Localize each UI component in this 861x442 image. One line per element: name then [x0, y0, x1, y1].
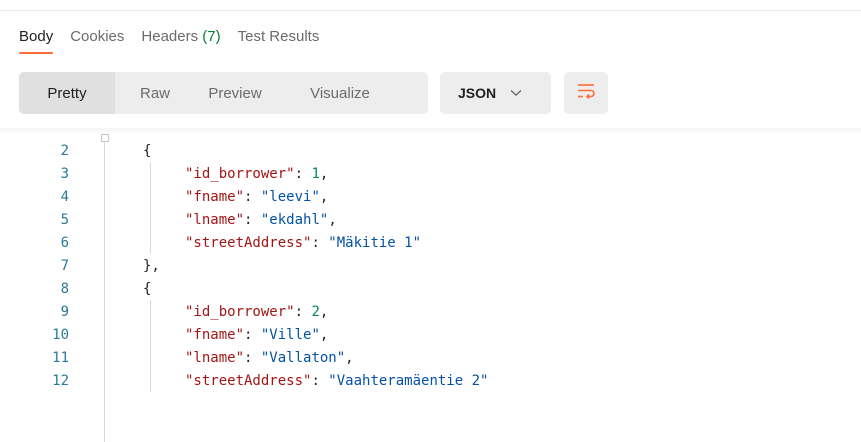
tab-body[interactable]: Body: [19, 28, 54, 54]
code-token-num: 2: [311, 303, 320, 320]
code-line: 4 "fname": "leevi",: [0, 185, 329, 208]
line-number: 2: [60, 142, 69, 159]
code-token-key: "fname": [185, 188, 245, 205]
line-number: 12: [52, 372, 69, 389]
line-number: 8: [60, 280, 69, 297]
code-editor[interactable]: 2{3 "id_borrower": 1, 4 "fname": "leevi", 5 "…: [0, 134, 861, 442]
code-token-punct: :: [244, 188, 261, 205]
indent-guide: [150, 162, 151, 254]
code-token-str: "ekdahl": [260, 211, 329, 228]
view-mode-group: Pretty Raw Preview Visualize: [19, 72, 428, 114]
code-token-punct: ,: [319, 326, 329, 343]
code-token-str: "Mäkitie 1": [328, 234, 422, 251]
line-number: 9: [60, 303, 69, 320]
code-token-key: "id_borrower": [185, 303, 295, 320]
code-text: "fname": "leevi",: [185, 189, 328, 205]
code-token-punct: :: [244, 326, 261, 343]
chevron-down-icon: [510, 89, 522, 97]
code-token-str: "Vaahteramäentie 2": [328, 372, 489, 389]
code-line: 10 "fname": "Ville",: [0, 323, 328, 346]
line-number: 10: [52, 326, 69, 343]
code-line: 9 "id_borrower": 2,: [0, 300, 329, 323]
code-token-num: 1: [311, 165, 320, 182]
code-token-punct: :: [244, 349, 261, 366]
view-raw-button[interactable]: Raw: [115, 72, 195, 114]
code-text: "id_borrower": 2,: [185, 304, 328, 320]
code-line: 3 "id_borrower": 1,: [0, 162, 329, 185]
tab-headers[interactable]: Headers (7): [141, 28, 220, 45]
code-token-punct: ,: [319, 188, 329, 205]
headers-count: (7): [202, 27, 221, 45]
code-line: 11 "lname": "Vallaton",: [0, 346, 353, 369]
format-select-value: JSON: [458, 85, 497, 101]
wrap-lines-icon: [576, 82, 596, 105]
code-text: },: [143, 258, 160, 274]
top-divider: [0, 10, 861, 11]
code-text: "fname": "Ville",: [185, 327, 328, 343]
code-text: "streetAddress": "Mäkitie 1": [185, 235, 421, 251]
code-token-punct: :: [311, 234, 329, 251]
indent-guide: [150, 300, 151, 392]
response-tabs: Body Cookies Headers (7) Test Results: [19, 26, 336, 54]
code-line: 5 "lname": "ekdahl",: [0, 208, 337, 231]
code-token-punct: {: [143, 280, 152, 297]
code-token-key: "lname": [185, 349, 245, 366]
line-number: 6: [60, 234, 69, 251]
code-line: 2{: [0, 139, 152, 162]
tab-cookies[interactable]: Cookies: [70, 28, 124, 45]
code-token-str: "Ville": [260, 326, 320, 343]
code-token-str: "Vallaton": [260, 349, 346, 366]
code-token-punct: {: [143, 142, 152, 159]
code-line: 8{: [0, 277, 152, 300]
line-number: 11: [52, 349, 69, 366]
code-line: 12 "streetAddress": "Vaahteramäentie 2": [0, 369, 488, 392]
line-number: 5: [60, 211, 69, 228]
code-text: "id_borrower": 1,: [185, 166, 328, 182]
code-text: {: [143, 143, 151, 159]
code-token-punct: ,: [319, 303, 329, 320]
code-text: "lname": "ekdahl",: [185, 212, 337, 228]
code-token-key: "lname": [185, 211, 245, 228]
code-text: "lname": "Vallaton",: [185, 350, 354, 366]
code-token-punct: :: [294, 165, 312, 182]
view-visualize-button[interactable]: Visualize: [275, 72, 405, 114]
fold-icon[interactable]: [101, 134, 109, 142]
code-token-key: "id_borrower": [185, 165, 295, 182]
code-line: 6 "streetAddress": "Mäkitie 1": [0, 231, 421, 254]
code-token-punct: ,: [328, 211, 337, 228]
code-text: "streetAddress": "Vaahteramäentie 2": [185, 373, 488, 389]
code-line: 7},: [0, 254, 160, 277]
code-token-key: "streetAddress": [185, 372, 312, 389]
wrap-lines-button[interactable]: [564, 72, 608, 114]
line-number: 3: [60, 165, 69, 182]
tab-headers-label: Headers: [141, 27, 199, 45]
line-number: 4: [60, 188, 69, 205]
code-token-key: "streetAddress": [185, 234, 312, 251]
view-pretty-button[interactable]: Pretty: [19, 72, 115, 114]
code-token-punct: :: [311, 372, 329, 389]
view-preview-button[interactable]: Preview: [195, 72, 275, 114]
format-select[interactable]: JSON: [440, 72, 551, 114]
code-text: {: [143, 281, 151, 297]
code-token-key: "fname": [185, 326, 245, 343]
code-token-str: "leevi": [260, 188, 320, 205]
tab-test-results[interactable]: Test Results: [238, 28, 320, 45]
line-number: 7: [60, 257, 69, 274]
code-token-punct: :: [294, 303, 312, 320]
indent-guide: [104, 142, 105, 442]
code-token-punct: :: [244, 211, 261, 228]
code-token-punct: },: [143, 257, 160, 274]
code-token-punct: ,: [319, 165, 329, 182]
code-token-punct: ,: [345, 349, 354, 366]
